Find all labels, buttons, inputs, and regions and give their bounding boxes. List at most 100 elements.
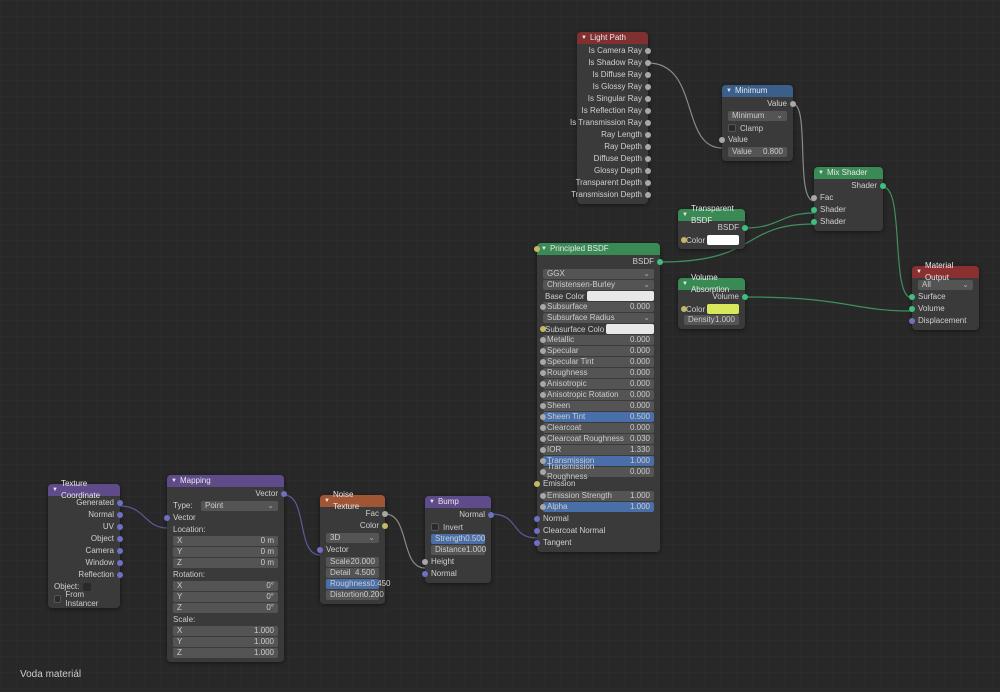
output-ray-depth[interactable]: Ray Depth [577, 141, 648, 153]
scale-y[interactable]: Y1.000 [173, 637, 278, 647]
node-light-path[interactable]: ▼Light Path Is Camera RayIs Shadow RayIs… [577, 32, 648, 204]
input-vector[interactable]: Vector [320, 544, 385, 556]
rotation-z[interactable]: Z0° [173, 603, 278, 613]
param-specular[interactable]: Specular0.000 [543, 346, 654, 356]
param-ior[interactable]: IOR1.330 [543, 445, 654, 455]
param-alpha[interactable]: Alpha1.000 [543, 502, 654, 512]
output-object[interactable]: Object [48, 533, 120, 545]
input-normal[interactable]: Normal [425, 568, 491, 580]
location-y[interactable]: Y0 m [173, 547, 278, 557]
input-surface[interactable]: Surface [912, 291, 979, 303]
input-height[interactable]: Height [425, 556, 491, 568]
location-z[interactable]: Z0 m [173, 558, 278, 568]
color-swatch[interactable]: Color [684, 235, 739, 245]
from-instancer-checkbox[interactable]: From Instancer [48, 593, 120, 605]
output-bsdf[interactable]: BSDF [678, 222, 745, 234]
node-texture-coordinate[interactable]: ▼Texture Coordinate Generated Normal UV … [48, 484, 120, 608]
output-window[interactable]: Window [48, 557, 120, 569]
param-subsurface-radius[interactable]: Subsurface Radius [543, 313, 654, 323]
detail-field[interactable]: Detail4.500 [326, 568, 379, 578]
output-transparent-depth[interactable]: Transparent Depth [577, 177, 648, 189]
distortion-field[interactable]: Distortion0.200 [326, 590, 379, 600]
node-header[interactable]: ▼Mix Shader [814, 167, 883, 179]
param-clearcoat-roughness[interactable]: Clearcoat Roughness0.030 [543, 434, 654, 444]
output-is-camera-ray[interactable]: Is Camera Ray [577, 45, 648, 57]
param-anisotropic-rotation[interactable]: Anisotropic Rotation0.000 [543, 390, 654, 400]
param-anisotropic[interactable]: Anisotropic0.000 [543, 379, 654, 389]
output-normal[interactable]: Normal [48, 509, 120, 521]
color-swatch[interactable]: Color [684, 304, 739, 314]
density-field[interactable]: Density1.000 [684, 315, 739, 325]
output-reflection[interactable]: Reflection [48, 569, 120, 581]
distribution-dropdown[interactable]: GGX [543, 269, 654, 279]
node-header[interactable]: ▼Minimum [722, 85, 793, 97]
node-bump[interactable]: ▼Bump Normal Invert Strength0.500 Distan… [425, 496, 491, 583]
output-is-reflection-ray[interactable]: Is Reflection Ray [577, 105, 648, 117]
node-header[interactable]: ▼Light Path [577, 32, 648, 44]
node-header[interactable]: ▼Bump [425, 496, 491, 508]
node-header[interactable]: ▼Mapping [167, 475, 284, 487]
param-transmission-roughness[interactable]: Transmission Roughness0.000 [543, 467, 654, 477]
node-transparent-bsdf[interactable]: ▼Transparent BSDF BSDF Color [678, 209, 745, 249]
output-is-diffuse-ray[interactable]: Is Diffuse Ray [577, 69, 648, 81]
output-volume[interactable]: Volume [678, 291, 745, 303]
output-transmission-depth[interactable]: Transmission Depth [577, 189, 648, 201]
object-picker[interactable]: Object: [48, 581, 120, 593]
node-material-output[interactable]: ▼Material Output All Surface Volume Disp… [912, 266, 979, 330]
param-subsurface[interactable]: Subsurface0.000 [543, 302, 654, 312]
node-mapping[interactable]: ▼Mapping Vector Type: Point Vector Locat… [167, 475, 284, 662]
dimensions-dropdown[interactable]: 3D [326, 533, 379, 543]
input-shader-2[interactable]: Shader [814, 216, 883, 228]
invert-checkbox[interactable]: Invert [425, 521, 491, 533]
input-shader-1[interactable]: Shader [814, 204, 883, 216]
output-diffuse-depth[interactable]: Diffuse Depth [577, 153, 648, 165]
node-header[interactable]: ▼Volume Absorption [678, 278, 745, 290]
node-mix-shader[interactable]: ▼Mix Shader Shader Fac Shader Shader [814, 167, 883, 231]
clamp-checkbox[interactable]: Clamp [722, 122, 793, 134]
output-ray-length[interactable]: Ray Length [577, 129, 648, 141]
output-bsdf[interactable]: BSDF [537, 256, 660, 268]
operation-dropdown[interactable]: Minimum [728, 111, 787, 121]
rotation-x[interactable]: X0° [173, 581, 278, 591]
output-shader[interactable]: Shader [814, 180, 883, 192]
scale-x[interactable]: X1.000 [173, 626, 278, 636]
param-metallic[interactable]: Metallic0.000 [543, 335, 654, 345]
node-header[interactable]: ▼Principled BSDF [537, 243, 660, 255]
param-emission[interactable]: Emission [537, 478, 660, 490]
output-generated[interactable]: Generated [48, 497, 120, 509]
node-header[interactable]: ▼Texture Coordinate [48, 484, 120, 496]
output-uv[interactable]: UV [48, 521, 120, 533]
output-glossy-depth[interactable]: Glossy Depth [577, 165, 648, 177]
input-displacement[interactable]: Displacement [912, 315, 979, 327]
node-volume-absorption[interactable]: ▼Volume Absorption Volume Color Density1… [678, 278, 745, 329]
output-vector[interactable]: Vector [167, 488, 284, 500]
output-is-glossy-ray[interactable]: Is Glossy Ray [577, 81, 648, 93]
strength-field[interactable]: Strength0.500 [431, 534, 485, 544]
scale-field[interactable]: Scale20.000 [326, 557, 379, 567]
param-roughness[interactable]: Roughness0.000 [543, 368, 654, 378]
scale-z[interactable]: Z1.000 [173, 648, 278, 658]
output-value[interactable]: Value [722, 98, 793, 110]
distance-field[interactable]: Distance1.000 [431, 545, 485, 555]
input-tangent[interactable]: Tangent [537, 537, 660, 549]
sss-method-dropdown[interactable]: Christensen-Burley [543, 280, 654, 290]
node-header[interactable]: ▼Transparent BSDF [678, 209, 745, 221]
param-subsurface-colo[interactable]: Subsurface Colo [543, 324, 654, 334]
input-normal[interactable]: Normal [537, 513, 660, 525]
location-x[interactable]: X0 m [173, 536, 278, 546]
rotation-y[interactable]: Y0° [173, 592, 278, 602]
param-specular-tint[interactable]: Specular Tint0.000 [543, 357, 654, 367]
output-normal[interactable]: Normal [425, 509, 491, 521]
input-clearcoat-normal[interactable]: Clearcoat Normal [537, 525, 660, 537]
input-value[interactable]: Value [722, 134, 793, 146]
output-color[interactable]: Color [320, 520, 385, 532]
roughness-field[interactable]: Roughness0.450 [326, 579, 379, 589]
input-vector[interactable]: Vector [167, 512, 284, 524]
node-principled-bsdf[interactable]: ▼Principled BSDF BSDF GGX Christensen-Bu… [537, 243, 660, 552]
param-sheen-tint[interactable]: Sheen Tint0.500 [543, 412, 654, 422]
output-is-transmission-ray[interactable]: Is Transmission Ray [577, 117, 648, 129]
param-emission-strength[interactable]: Emission Strength1.000 [543, 491, 654, 501]
output-fac[interactable]: Fac [320, 508, 385, 520]
node-noise-texture[interactable]: ▼Noise Texture Fac Color 3D Vector Scale… [320, 495, 385, 604]
node-math-minimum[interactable]: ▼Minimum Value Minimum Clamp Value Value… [722, 85, 793, 161]
